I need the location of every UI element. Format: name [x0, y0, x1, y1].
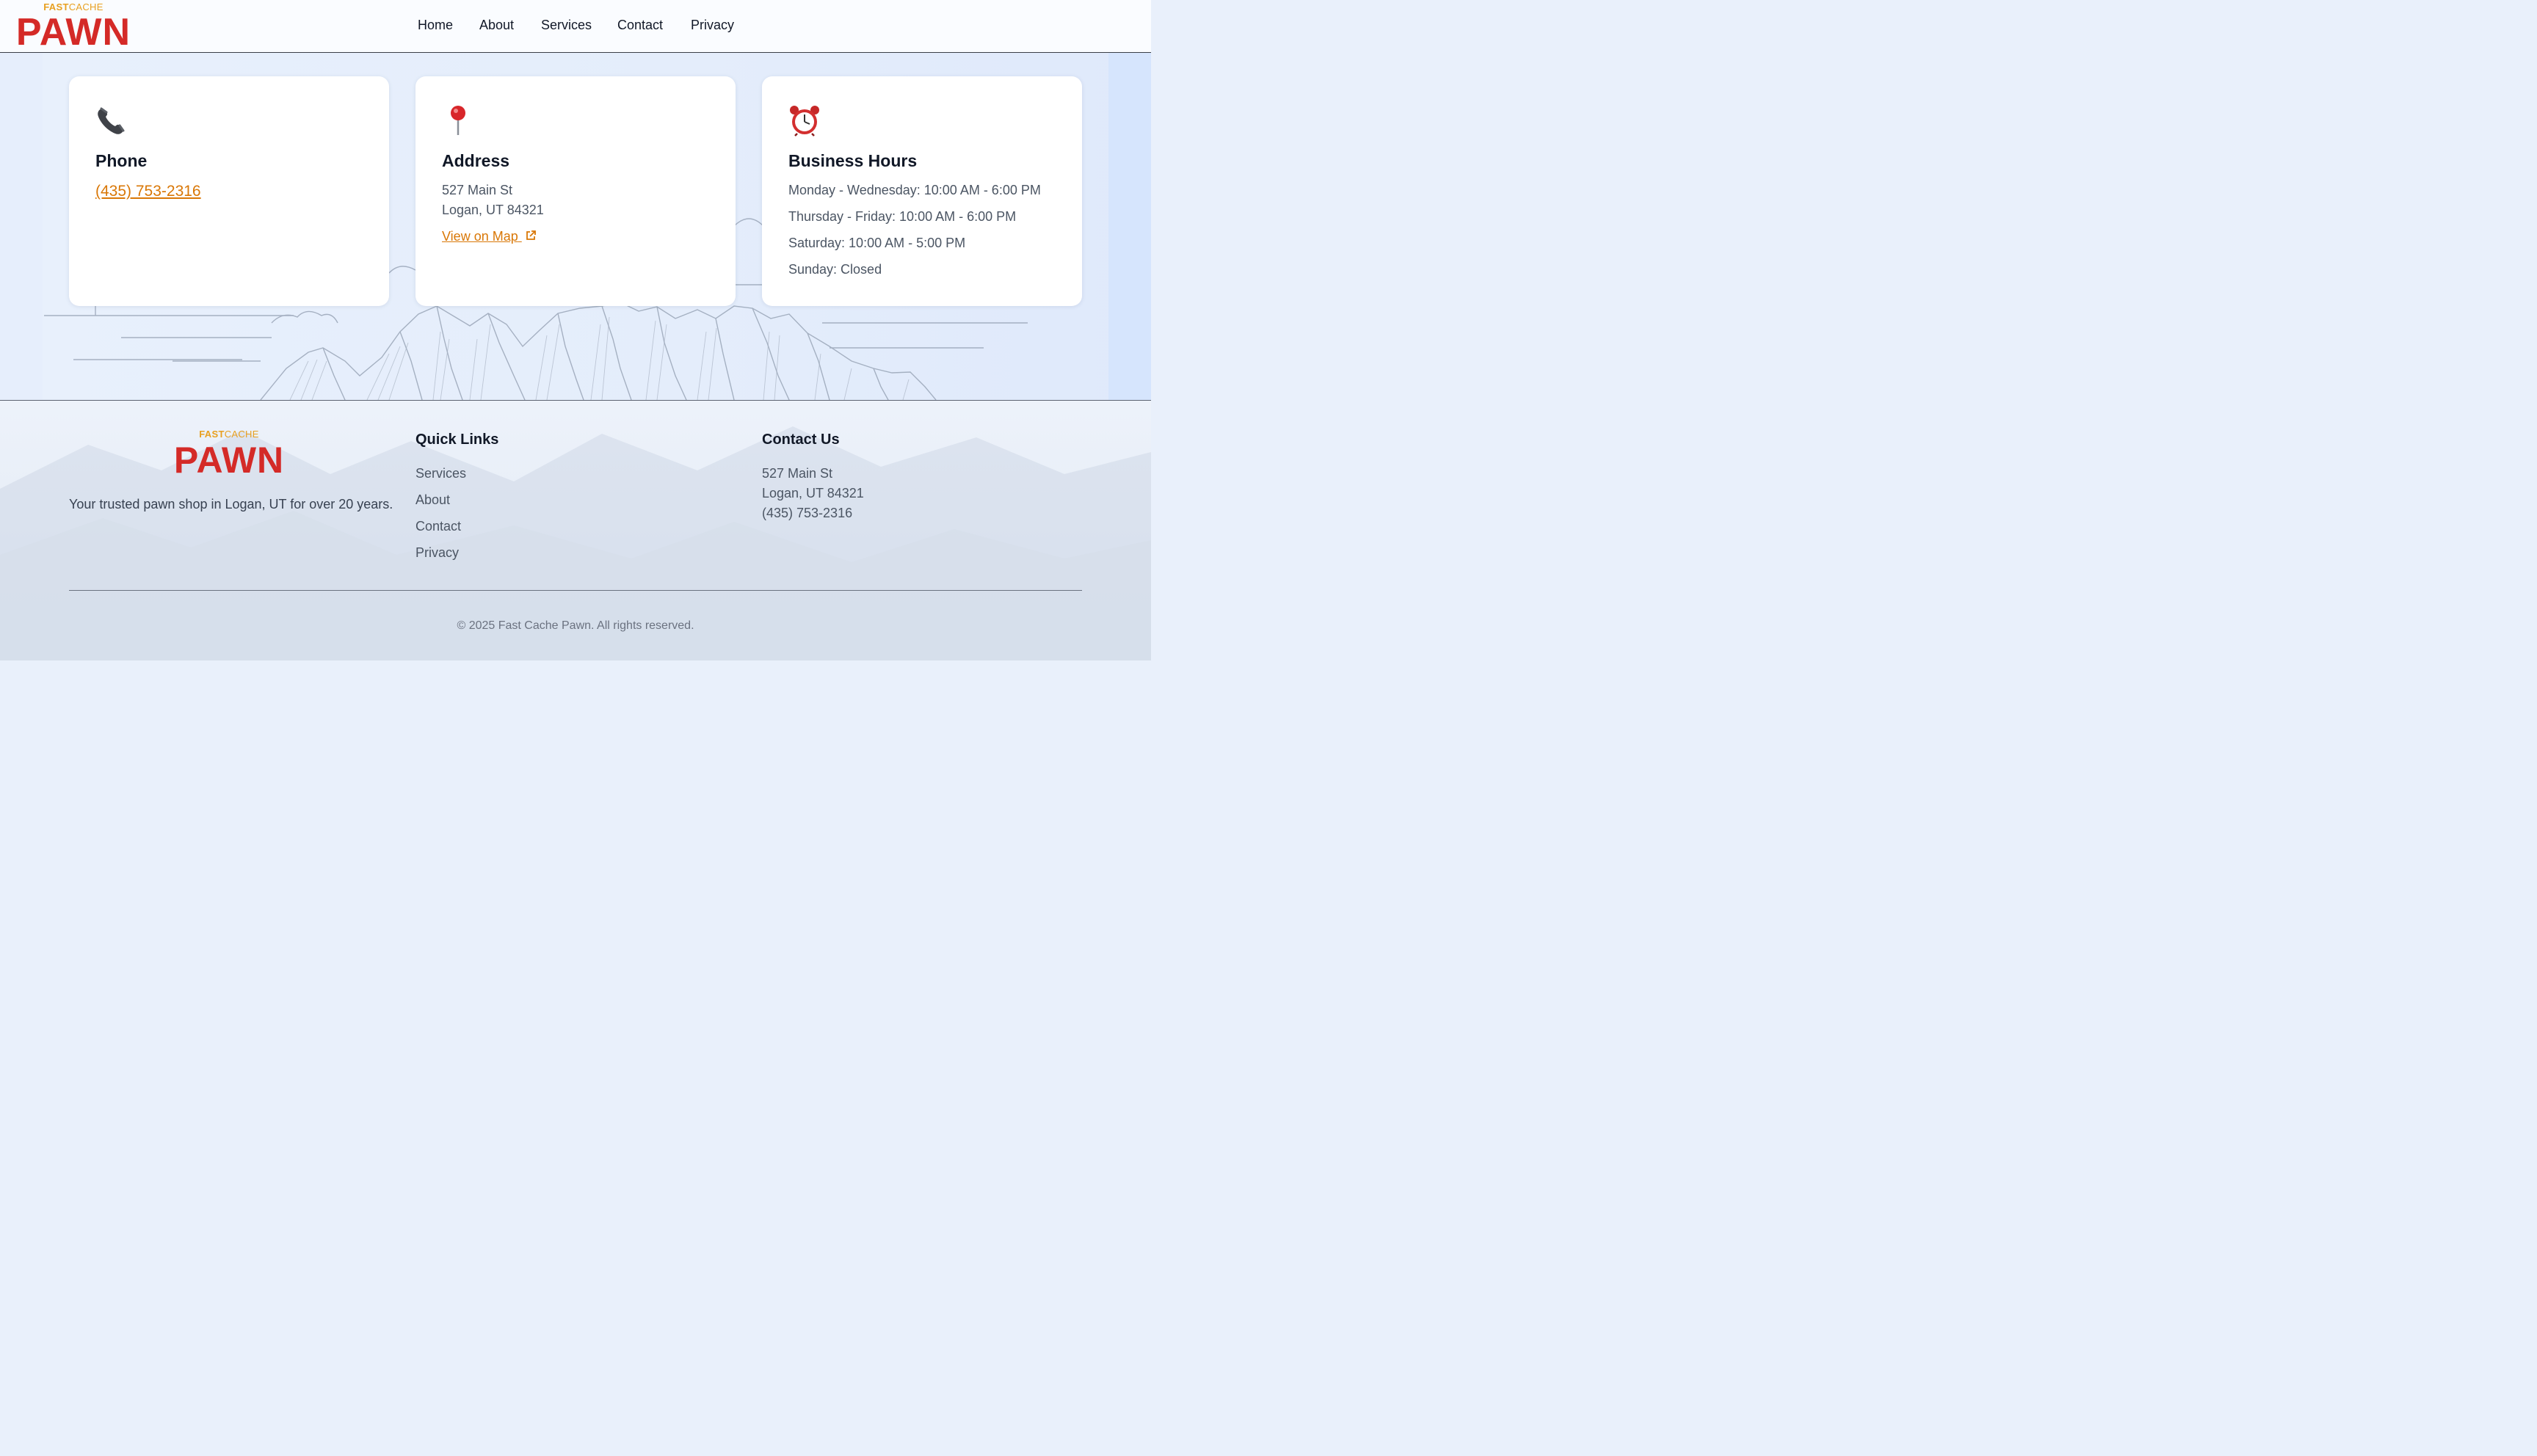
- nav-services[interactable]: Services: [541, 18, 592, 33]
- external-link-icon: [526, 230, 536, 240]
- hours-line: Sunday: Closed: [788, 262, 882, 277]
- footer-brand-logo[interactable]: FASTCACHE PAWN: [170, 429, 288, 480]
- phone-title: Phone: [95, 151, 148, 170]
- footer-divider: [69, 590, 1082, 591]
- footer-link-about[interactable]: About: [415, 492, 450, 508]
- footer-address-line-1: 527 Main St: [762, 466, 833, 481]
- address-title: Address: [442, 151, 510, 170]
- quick-links-title: Quick Links: [415, 432, 499, 448]
- nav-home[interactable]: Home: [418, 18, 453, 33]
- alarm-clock-icon: [790, 106, 819, 136]
- logo-wordmark: PAWN: [173, 440, 285, 481]
- nav-privacy[interactable]: Privacy: [691, 18, 734, 33]
- footer-tagline: Your trusted pawn shop in Logan, UT for …: [69, 497, 393, 512]
- address-line-2: Logan, UT 84321: [442, 203, 544, 217]
- footer-address-line-2: Logan, UT 84321: [762, 486, 864, 500]
- hours-line: Saturday: 10:00 AM - 5:00 PM: [788, 236, 966, 250]
- address-card: Address 527 Main St Logan, UT 84321 View…: [415, 76, 736, 306]
- telephone-icon: [98, 107, 125, 134]
- contact-us-title: Contact Us: [762, 432, 840, 448]
- footer-link-services[interactable]: Services: [415, 466, 466, 481]
- business-hours-card: Business Hours Monday - Wednesday: 10:00…: [762, 76, 1082, 306]
- contact-info-section: Phone (435) 753-2316 Address 527 Main St…: [0, 53, 1151, 400]
- hours-line: Monday - Wednesday: 10:00 AM - 6:00 PM: [788, 183, 1041, 197]
- footer-link-privacy[interactable]: Privacy: [415, 545, 459, 561]
- footer-link-contact[interactable]: Contact: [415, 519, 461, 534]
- nav-about[interactable]: About: [479, 18, 514, 33]
- view-on-map-link[interactable]: View on Map: [442, 229, 537, 244]
- hours-title: Business Hours: [788, 151, 918, 170]
- site-footer: FASTCACHE PAWN Your trusted pawn shop in…: [0, 400, 1151, 660]
- logo-tagline: FASTCACHE: [199, 429, 259, 440]
- main-nav: Home About Services Contact Privacy: [0, 18, 1151, 37]
- footer-phone: (435) 753-2316: [762, 506, 853, 520]
- address-line-1: 527 Main St: [442, 183, 513, 197]
- map-pin-icon: [451, 106, 465, 135]
- phone-number-link[interactable]: (435) 753-2316: [95, 183, 201, 200]
- hours-line: Thursday - Friday: 10:00 AM - 6:00 PM: [788, 209, 1017, 224]
- copyright-text: © 2025 Fast Cache Pawn. All rights reser…: [457, 619, 694, 632]
- view-on-map-label: View on Map: [442, 229, 518, 244]
- site-header: FASTCACHE PAWN Home About Services Conta…: [0, 0, 1151, 53]
- nav-contact[interactable]: Contact: [617, 18, 663, 33]
- phone-card: Phone (435) 753-2316: [69, 76, 389, 306]
